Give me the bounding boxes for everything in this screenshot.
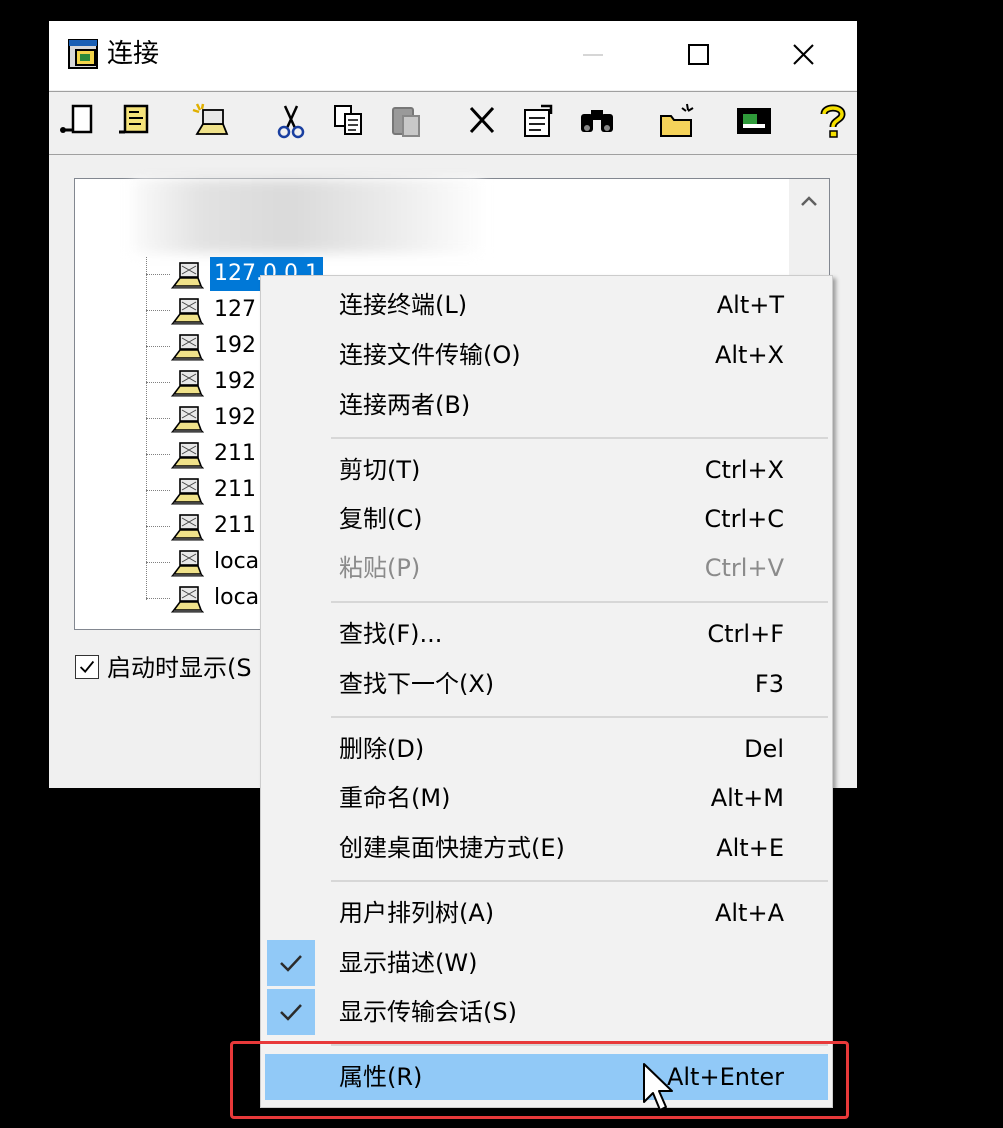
menu-item-shortcut: Alt+M — [710, 784, 784, 812]
menu-item-shortcut: Alt+X — [714, 341, 784, 369]
help-question-icon[interactable] — [811, 100, 855, 144]
menu-item-delete[interactable]: 删除(D) Del — [265, 726, 828, 772]
connections-window-icon — [68, 39, 98, 69]
tree-connector — [146, 257, 147, 600]
menu-item-copy[interactable]: 复制(C) Ctrl+C — [265, 496, 828, 542]
menu-item-label: 查找下一个(X) — [339, 670, 495, 698]
host-icon — [171, 478, 204, 505]
menu-item-rename[interactable]: 重命名(M) Alt+M — [265, 775, 828, 821]
menu-item-label: 连接两者(B) — [339, 391, 471, 419]
menu-item-shortcut: Ctrl+F — [707, 620, 784, 648]
tree-item-label: loca — [214, 549, 260, 574]
host-icon — [171, 586, 204, 613]
menu-separator — [331, 716, 828, 718]
menu-item-label: 剪切(T) — [339, 456, 421, 484]
menu-item-shortcut: Alt+E — [716, 834, 784, 862]
menu-item-connect-terminal[interactable]: 连接终端(L) Alt+T — [265, 282, 828, 328]
scroll-up-icon[interactable] — [789, 179, 829, 225]
menu-separator — [331, 437, 828, 439]
host-icon — [171, 442, 204, 469]
tree-item-label: 192 — [214, 333, 256, 358]
menu-item-shortcut: F3 — [754, 670, 784, 698]
new-session-icon[interactable] — [189, 100, 233, 144]
menu-item-show-transfer-sessions[interactable]: 显示传输会话(S) — [265, 989, 828, 1035]
menu-item-show-description[interactable]: 显示描述(W) — [265, 940, 828, 986]
menu-item-label: 显示描述(W) — [339, 949, 478, 977]
menu-item-shortcut: Alt+T — [716, 291, 784, 319]
menu-separator — [331, 601, 828, 603]
tree-item-label: 211 — [214, 441, 256, 466]
menu-item-label: 创建桌面快捷方式(E) — [339, 834, 565, 862]
menu-item-label: 删除(D) — [339, 735, 425, 763]
menu-item-user-arrange-tree[interactable]: 用户排列树(A) Alt+A — [265, 890, 828, 936]
menu-item-cut[interactable]: 剪切(T) Ctrl+X — [265, 447, 828, 493]
host-icon — [171, 298, 204, 325]
maximize-icon[interactable] — [669, 33, 729, 77]
window-title: 连接 — [107, 39, 160, 69]
delete-x-icon[interactable] — [461, 100, 505, 144]
checkmark-icon — [280, 1004, 302, 1021]
menu-item-connect-both[interactable]: 连接两者(B) — [265, 382, 828, 428]
monitor-icon[interactable] — [733, 100, 777, 144]
binoculars-icon[interactable] — [575, 100, 619, 144]
menu-item-label: 粘贴(P) — [339, 554, 421, 582]
menu-item-shortcut: Alt+A — [714, 899, 784, 927]
host-icon — [171, 550, 204, 577]
close-icon[interactable] — [773, 33, 833, 77]
menu-item-paste: 粘贴(P) Ctrl+V — [265, 545, 828, 591]
toolbar — [49, 91, 857, 155]
checkmark-icon — [280, 955, 302, 972]
tree-item-label: 211 — [214, 477, 256, 502]
host-icon — [171, 334, 204, 361]
menu-item-connect-file-transfer[interactable]: 连接文件传输(O) Alt+X — [265, 332, 828, 378]
connect-file-transfer-icon[interactable] — [113, 100, 157, 144]
minimize-icon[interactable] — [563, 33, 623, 77]
menu-item-shortcut: Ctrl+C — [704, 505, 784, 533]
annotation-highlight-box — [230, 1041, 849, 1119]
menu-item-label: 查找(F)... — [339, 620, 443, 648]
tree-item-label: loca — [214, 585, 260, 610]
checkbox-checked-icon[interactable] — [75, 655, 99, 679]
menu-item-label: 连接文件传输(O) — [339, 341, 521, 369]
host-icon — [171, 262, 204, 289]
host-icon — [171, 514, 204, 541]
show-on-startup-label: 启动时显示(S — [107, 654, 252, 682]
blurred-tree-root — [133, 179, 481, 253]
menu-separator — [331, 880, 828, 882]
tree-item-label: 211 — [214, 513, 256, 538]
menu-item-label: 复制(C) — [339, 505, 423, 533]
menu-item-label: 重命名(M) — [339, 784, 451, 812]
connect-terminal-icon[interactable] — [57, 100, 101, 144]
paste-icon[interactable] — [385, 100, 429, 144]
menu-item-shortcut: Del — [744, 735, 784, 763]
checkmark-box — [267, 989, 315, 1035]
menu-item-label: 用户排列树(A) — [339, 899, 495, 927]
tree-item-label: 127 — [214, 297, 256, 322]
tree-item-label: 192 — [214, 405, 256, 430]
scissors-icon[interactable] — [269, 100, 313, 144]
title-bar[interactable]: 连接 — [49, 21, 857, 90]
mouse-pointer-icon — [643, 1063, 673, 1111]
context-menu: 连接终端(L) Alt+T 连接文件传输(O) Alt+X 连接两者(B) 剪切… — [260, 275, 833, 1108]
menu-item-label: 连接终端(L) — [339, 291, 468, 319]
menu-item-label: 显示传输会话(S) — [339, 998, 517, 1026]
new-folder-icon[interactable] — [655, 100, 699, 144]
properties-icon[interactable] — [517, 100, 561, 144]
host-icon — [171, 406, 204, 433]
menu-item-shortcut: Ctrl+V — [704, 554, 784, 582]
menu-item-create-desktop-shortcut[interactable]: 创建桌面快捷方式(E) Alt+E — [265, 825, 828, 871]
menu-item-find[interactable]: 查找(F)... Ctrl+F — [265, 611, 828, 657]
copy-icon[interactable] — [327, 100, 371, 144]
checkmark-box — [267, 940, 315, 986]
menu-item-shortcut: Ctrl+X — [704, 456, 784, 484]
tree-item-label: 192 — [214, 369, 256, 394]
menu-item-find-next[interactable]: 查找下一个(X) F3 — [265, 661, 828, 707]
host-icon — [171, 370, 204, 397]
